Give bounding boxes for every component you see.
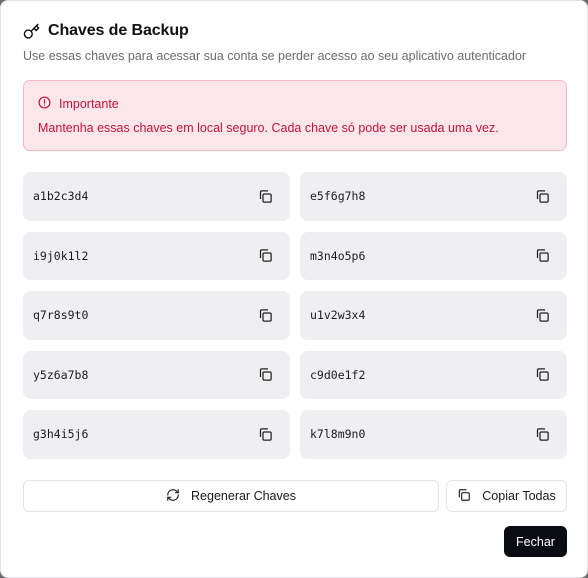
regenerate-keys-button[interactable]: Regenerar Chaves bbox=[23, 480, 439, 512]
copy-all-label: Copiar Todas bbox=[482, 489, 556, 503]
backup-keys-grid: a1b2c3d4 e5f6g7h8 i9j0k1l2 m3n4o5p6 q7r8… bbox=[23, 172, 567, 459]
alert-message: Mantenha essas chaves em local seguro. C… bbox=[38, 121, 499, 135]
copy-icon[interactable] bbox=[533, 366, 551, 384]
copy-icon[interactable] bbox=[533, 247, 551, 265]
alert-heading: Importante bbox=[59, 97, 119, 111]
regenerate-keys-label: Regenerar Chaves bbox=[191, 489, 296, 503]
backup-key-card: c9d0e1f2 bbox=[300, 350, 567, 399]
copy-icon[interactable] bbox=[256, 187, 274, 205]
backup-key-value: e5f6g7h8 bbox=[310, 189, 366, 204]
backup-key-card: k7l8m9n0 bbox=[300, 410, 567, 459]
copy-icon[interactable] bbox=[533, 306, 551, 324]
backup-key-card: a1b2c3d4 bbox=[23, 172, 290, 221]
backup-key-card: e5f6g7h8 bbox=[300, 172, 567, 221]
copy-icon[interactable] bbox=[533, 425, 551, 443]
backup-key-value: k7l8m9n0 bbox=[310, 427, 366, 442]
dialog-title: Chaves de Backup bbox=[48, 22, 189, 39]
refresh-icon bbox=[166, 488, 180, 505]
backup-key-value: m3n4o5p6 bbox=[310, 248, 366, 263]
copy-icon[interactable] bbox=[533, 187, 551, 205]
key-icon bbox=[23, 23, 40, 40]
backup-key-value: i9j0k1l2 bbox=[33, 248, 89, 263]
backup-key-value: y5z6a7b8 bbox=[33, 367, 89, 382]
backup-key-card: i9j0k1l2 bbox=[23, 231, 290, 280]
backup-key-card: u1v2w3x4 bbox=[300, 291, 567, 340]
copy-icon bbox=[457, 488, 471, 505]
copy-all-button[interactable]: Copiar Todas bbox=[446, 480, 567, 512]
backup-key-card: g3h4i5j6 bbox=[23, 410, 290, 459]
alert-header: Importante bbox=[38, 96, 119, 112]
close-button[interactable]: Fechar bbox=[504, 526, 567, 557]
important-alert: Importante Mantenha essas chaves em loca… bbox=[23, 80, 567, 151]
copy-icon[interactable] bbox=[256, 425, 274, 443]
copy-icon[interactable] bbox=[256, 306, 274, 324]
backup-key-value: g3h4i5j6 bbox=[33, 427, 89, 442]
backup-key-value: c9d0e1f2 bbox=[310, 367, 366, 382]
alert-circle-icon bbox=[38, 96, 51, 112]
dialog-header: Chaves de Backup bbox=[23, 22, 189, 40]
dialog-description: Use essas chaves para acessar sua conta … bbox=[23, 49, 527, 63]
copy-icon[interactable] bbox=[256, 247, 274, 265]
copy-icon[interactable] bbox=[256, 366, 274, 384]
backup-keys-dialog: Chaves de Backup Use essas chaves para a… bbox=[0, 0, 588, 578]
backup-key-value: u1v2w3x4 bbox=[310, 308, 366, 323]
backup-key-card: y5z6a7b8 bbox=[23, 350, 290, 399]
backup-key-value: a1b2c3d4 bbox=[33, 189, 89, 204]
backup-key-card: m3n4o5p6 bbox=[300, 231, 567, 280]
backup-key-card: q7r8s9t0 bbox=[23, 291, 290, 340]
backup-key-value: q7r8s9t0 bbox=[33, 308, 89, 323]
